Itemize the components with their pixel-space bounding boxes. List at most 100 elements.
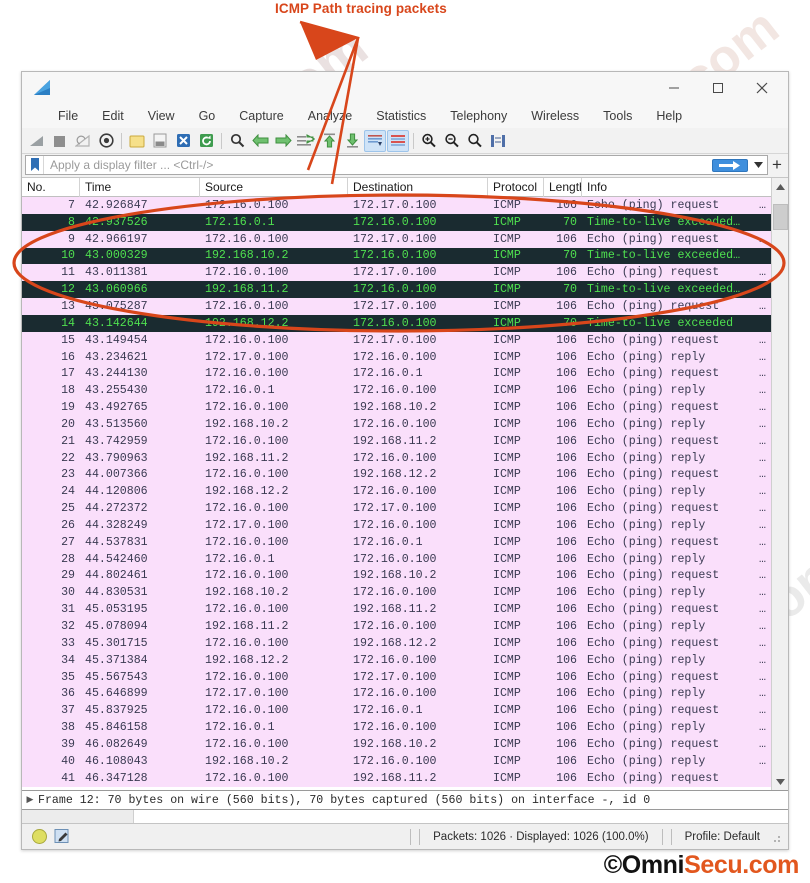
go-to-packet-icon[interactable] xyxy=(295,130,317,152)
column-header-protocol[interactable]: Protocol xyxy=(488,177,544,197)
menu-wireless[interactable]: Wireless xyxy=(519,107,591,126)
menu-go[interactable]: Go xyxy=(187,107,228,126)
table-row[interactable]: 32 45.078094 192.168.11.2 172.16.0.100 ICMP 1… xyxy=(22,618,771,635)
filter-field[interactable]: Apply a display filter ... <Ctrl-/> xyxy=(25,155,768,175)
capture-comment-icon[interactable] xyxy=(54,828,71,845)
table-row[interactable]: 10 43.000329 192.168.10.2 172.16.0.100 ICMP 7… xyxy=(22,247,771,265)
add-filter-button[interactable]: + xyxy=(768,155,786,175)
table-row[interactable]: 28 44.542460 172.16.0.1 172.16.0.100 ICMP 106… xyxy=(22,550,771,568)
table-row[interactable]: 40 46.108043 192.168.10.2 172.16.0.100 ICMP 1… xyxy=(22,752,771,770)
resize-columns-icon[interactable] xyxy=(487,130,509,152)
zoom-reset-icon[interactable] xyxy=(464,130,486,152)
menu-edit[interactable]: Edit xyxy=(90,107,136,126)
table-row[interactable]: 34 45.371384 192.168.12.2 172.16.0.100 ICMP 1… xyxy=(22,651,771,669)
capture-options-icon[interactable] xyxy=(95,130,117,152)
packet-info: Echo (ping) reply xyxy=(587,417,706,431)
table-row[interactable]: 7 42.926847 172.16.0.100 172.17.0.100 ICMP 10… xyxy=(22,197,771,214)
table-row[interactable]: 21 43.742959 172.16.0.100 192.168.11.2 ICMP 1… xyxy=(22,432,771,450)
menu-view[interactable]: View xyxy=(136,107,187,126)
table-row[interactable]: 31 45.053195 172.16.0.100 192.168.11.2 ICMP 1… xyxy=(22,601,771,619)
maximize-button[interactable] xyxy=(696,72,740,104)
table-row[interactable]: 27 44.537831 172.16.0.100 172.16.0.1 ICMP 106… xyxy=(22,533,771,551)
table-row[interactable]: 20 43.513560 192.168.10.2 172.16.0.100 ICMP 1… xyxy=(22,415,771,433)
scrollbar-track[interactable] xyxy=(772,195,789,773)
close-button[interactable] xyxy=(740,72,784,104)
column-header-info[interactable]: Info xyxy=(582,178,771,197)
profile-label[interactable]: Profile: Default xyxy=(676,831,769,843)
go-to-last-packet-icon[interactable] xyxy=(341,130,363,152)
filter-input[interactable]: Apply a display filter ... <Ctrl-/> xyxy=(44,158,712,172)
table-row[interactable]: 17 43.244130 172.16.0.100 172.16.0.1 ICMP 106… xyxy=(22,365,771,383)
packet-destination: 192.168.11.2 xyxy=(353,603,437,617)
column-header-time[interactable]: Time xyxy=(80,177,200,197)
table-row[interactable]: 30 44.830531 192.168.10.2 172.16.0.100 ICMP 1… xyxy=(22,584,771,602)
scrollbar-thumb[interactable] xyxy=(772,204,788,230)
menu-tools[interactable]: Tools xyxy=(591,107,644,126)
packet-bytes-pane[interactable] xyxy=(22,809,788,823)
table-row[interactable]: 41 46.347128 172.16.0.100 192.168.11.2 ICMP 1… xyxy=(22,769,771,787)
table-row[interactable]: 19 43.492765 172.16.0.100 192.168.10.2 ICMP 1… xyxy=(22,399,771,416)
table-row[interactable]: 24 44.120806 192.168.12.2 172.16.0.100 ICMP 1… xyxy=(22,483,771,501)
menu-help[interactable]: Help xyxy=(644,107,694,126)
table-row[interactable]: 22 43.790963 192.168.11.2 172.16.0.100 ICMP 1… xyxy=(22,449,771,467)
minimize-button[interactable] xyxy=(652,72,696,104)
packet-bytes-tab[interactable] xyxy=(22,810,134,823)
table-row[interactable]: 18 43.255430 172.16.0.1 172.16.0.100 ICMP 106… xyxy=(22,382,771,400)
zoom-out-icon[interactable] xyxy=(441,130,463,152)
packet-info: Echo (ping) request xyxy=(587,232,720,246)
packet-detail-frame-line[interactable]: Frame 12: 70 bytes on wire (560 bits), 7… xyxy=(38,794,650,807)
save-file-icon[interactable] xyxy=(149,130,171,152)
auto-scroll-icon[interactable] xyxy=(364,129,386,152)
find-packet-icon[interactable] xyxy=(226,130,248,152)
expert-info-icon[interactable] xyxy=(32,829,47,844)
table-row[interactable]: 35 45.567543 172.16.0.100 172.17.0.100 ICMP 1… xyxy=(22,668,771,686)
reload-file-icon[interactable] xyxy=(195,130,217,152)
table-row[interactable]: 25 44.272372 172.16.0.100 172.17.0.100 ICMP 1… xyxy=(22,500,771,518)
start-capture-icon[interactable] xyxy=(26,130,48,152)
table-row[interactable]: 33 45.301715 172.16.0.100 192.168.12.2 ICMP 1… xyxy=(22,634,771,652)
table-row[interactable]: 26 44.328249 172.17.0.100 172.16.0.100 ICMP 1… xyxy=(22,517,771,534)
table-row[interactable]: 38 45.846158 172.16.0.1 172.16.0.100 ICMP 106… xyxy=(22,719,771,736)
table-row[interactable]: 9 42.966197 172.16.0.100 172.17.0.100 ICMP 10… xyxy=(22,230,771,248)
go-to-first-packet-icon[interactable] xyxy=(318,130,340,152)
bookmark-icon[interactable] xyxy=(26,156,44,174)
apply-filter-button[interactable] xyxy=(712,158,748,172)
column-header-length[interactable]: Length xyxy=(544,177,582,197)
menu-telephony[interactable]: Telephony xyxy=(438,107,519,126)
table-row[interactable]: 8 42.937526 172.16.0.1 172.16.0.100 ICMP 70 Ti… xyxy=(22,213,771,231)
packet-list-header: No. Time Source Destination Protocol Len… xyxy=(22,177,771,197)
scroll-down-arrow-icon[interactable] xyxy=(772,773,789,790)
zoom-in-icon[interactable] xyxy=(418,130,440,152)
expand-triangle-icon[interactable]: ▶ xyxy=(22,795,38,805)
filter-dropdown-button[interactable] xyxy=(749,162,767,168)
packet-list-scrollbar[interactable] xyxy=(771,178,788,790)
column-header-no[interactable]: No. xyxy=(22,177,80,197)
menu-statistics[interactable]: Statistics xyxy=(364,107,438,126)
column-header-destination[interactable]: Destination xyxy=(348,177,488,197)
close-file-icon[interactable] xyxy=(172,130,194,152)
resize-grip-icon[interactable] xyxy=(769,830,783,844)
table-row[interactable]: 11 43.011381 172.16.0.100 172.17.0.100 ICMP 1… xyxy=(22,264,771,282)
scroll-up-arrow-icon[interactable] xyxy=(772,178,789,195)
table-row[interactable]: 13 43.075287 172.16.0.100 172.17.0.100 ICMP 1… xyxy=(22,298,771,315)
table-row[interactable]: 29 44.802461 172.16.0.100 192.168.10.2 ICMP 1… xyxy=(22,567,771,585)
restart-capture-icon[interactable] xyxy=(72,130,94,152)
table-row[interactable]: 16 43.234621 172.17.0.100 172.16.0.100 ICMP 1… xyxy=(22,348,771,366)
table-row[interactable]: 12 43.060966 192.168.11.2 172.16.0.100 ICMP 7… xyxy=(22,281,771,299)
go-back-icon[interactable] xyxy=(249,130,271,152)
table-row[interactable]: 39 46.082649 172.16.0.100 192.168.10.2 ICMP 1… xyxy=(22,736,771,753)
stop-capture-icon[interactable] xyxy=(49,130,71,152)
open-file-icon[interactable] xyxy=(126,130,148,152)
table-row[interactable]: 14 43.142644 192.168.12.2 172.16.0.100 ICMP 7… xyxy=(22,314,771,332)
menu-capture[interactable]: Capture xyxy=(227,107,295,126)
go-forward-icon[interactable] xyxy=(272,130,294,152)
table-row[interactable]: 15 43.149454 172.16.0.100 172.17.0.100 ICMP 1… xyxy=(22,331,771,349)
table-row[interactable]: 37 45.837925 172.16.0.100 172.16.0.1 ICMP 106… xyxy=(22,702,771,720)
table-row[interactable]: 23 44.007366 172.16.0.100 192.168.12.2 ICMP 1… xyxy=(22,466,771,484)
colorize-packets-icon[interactable] xyxy=(387,129,409,152)
table-row[interactable]: 36 45.646899 172.17.0.100 172.16.0.100 ICMP 1… xyxy=(22,685,771,703)
menu-analyze[interactable]: Analyze xyxy=(296,107,364,126)
menu-file[interactable]: File xyxy=(46,107,90,126)
packet-detail-pane[interactable]: ▶ Frame 12: 70 bytes on wire (560 bits),… xyxy=(22,790,788,809)
column-header-source[interactable]: Source xyxy=(200,177,348,197)
